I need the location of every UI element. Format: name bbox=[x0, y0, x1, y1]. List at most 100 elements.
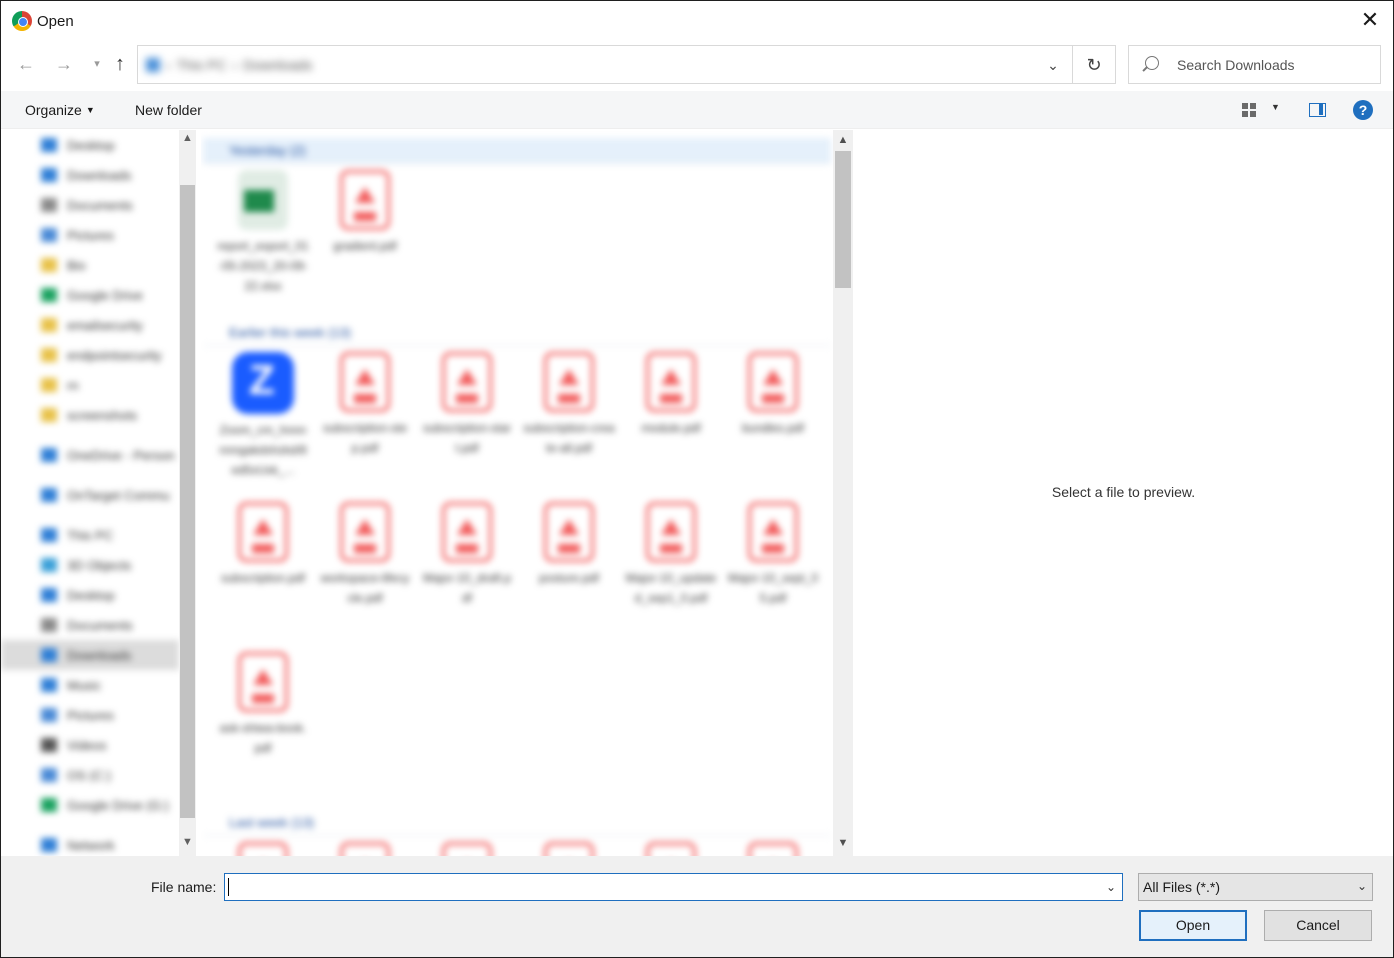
view-options-caret-icon[interactable]: ▼ bbox=[1271, 102, 1280, 112]
pdf-file-icon bbox=[646, 352, 696, 412]
file-tile[interactable]: ask-process... bbox=[421, 842, 513, 856]
open-button[interactable]: Open bbox=[1139, 910, 1247, 941]
navigation-scroll-thumb[interactable] bbox=[180, 185, 195, 818]
folder-icon bbox=[41, 138, 57, 152]
file-tile[interactable]: report_export_01-05-2023_20-09-22.xlsx bbox=[217, 170, 309, 316]
file-tile[interactable]: ask-shiwa-book.pdf bbox=[217, 652, 309, 798]
file-name-input[interactable] bbox=[229, 877, 1089, 897]
nav-item-label: Music bbox=[67, 677, 101, 693]
nav-item[interactable]: Videos bbox=[1, 730, 179, 760]
file-tile[interactable]: gradient.pdf bbox=[319, 170, 411, 316]
file-name: subscription.pdf bbox=[220, 571, 306, 585]
group-header[interactable]: Last week (13) bbox=[203, 810, 831, 836]
nav-item[interactable]: Network bbox=[1, 830, 179, 856]
nav-item[interactable]: Google Drive (G:) bbox=[1, 790, 179, 820]
folder-icon bbox=[41, 768, 57, 782]
nav-item[interactable]: Downloads bbox=[1, 640, 179, 670]
file-name-dropdown-chevron-icon[interactable]: ⌄ bbox=[1104, 878, 1118, 896]
file-tile[interactable]: Zoom_cm_hnnnnnngakdshzkd/8ed5xUxk_... bbox=[217, 352, 309, 500]
back-arrow-icon[interactable]: ← bbox=[15, 53, 37, 75]
file-tile[interactable]: subscription-start.pdf bbox=[421, 352, 513, 498]
nav-item[interactable]: Music bbox=[1, 670, 179, 700]
nav-item[interactable]: Downloads bbox=[1, 160, 179, 190]
zoom-app-icon bbox=[232, 352, 294, 414]
pdf-file-icon bbox=[544, 502, 594, 562]
pdf-file-icon bbox=[748, 502, 798, 562]
pdf-file-icon bbox=[340, 502, 390, 562]
file-tile[interactable]: Major-10_0... bbox=[625, 842, 717, 856]
nav-item[interactable]: 3D Objects bbox=[1, 550, 179, 580]
new-folder-button[interactable]: New folder bbox=[135, 102, 202, 118]
nav-item[interactable]: Google Drive bbox=[1, 280, 179, 310]
pdf-file-icon bbox=[340, 352, 390, 412]
folder-icon bbox=[41, 588, 57, 602]
file-name: posture.pdf bbox=[538, 571, 600, 585]
nav-item-label: Downloads bbox=[67, 167, 132, 183]
file-tile[interactable]: subscription.pdf bbox=[217, 502, 309, 648]
address-dropdown-chevron-icon[interactable]: ⌄ bbox=[1043, 55, 1063, 75]
file-tile[interactable]: bundles.pdf bbox=[727, 352, 819, 498]
file-type-select[interactable]: All Files (*.*) ⌄ bbox=[1138, 873, 1373, 901]
file-tile[interactable]: ask-scanne... bbox=[523, 842, 615, 856]
organize-button[interactable]: Organize ▼ bbox=[25, 102, 95, 118]
group-header[interactable]: Earlier this week (13) bbox=[203, 320, 831, 346]
folder-icon bbox=[41, 408, 57, 422]
navigation-scroll-down-icon[interactable]: ▼ bbox=[179, 836, 196, 856]
folder-icon bbox=[41, 168, 57, 182]
search-box[interactable] bbox=[1128, 45, 1381, 84]
file-tile[interactable]: ask-steme... bbox=[319, 842, 411, 856]
nav-item[interactable]: Documents bbox=[1, 190, 179, 220]
nav-item[interactable]: This PC bbox=[1, 520, 179, 550]
nav-item[interactable]: screenshots bbox=[1, 400, 179, 430]
command-toolbar: Organize ▼ New folder ▼ ? bbox=[1, 91, 1393, 129]
address-bar[interactable]: › This PC › Downloads ⌄ ↻ bbox=[137, 45, 1116, 84]
file-tile[interactable]: module.pdf bbox=[625, 352, 717, 498]
change-view-icon[interactable] bbox=[1242, 103, 1256, 117]
group-header[interactable]: Yesterday (2) bbox=[203, 138, 831, 164]
nav-item[interactable]: endpointsecurity bbox=[1, 340, 179, 370]
preview-pane-icon[interactable] bbox=[1309, 103, 1326, 117]
file-name-combobox[interactable]: ⌄ bbox=[224, 873, 1123, 901]
forward-arrow-icon[interactable]: → bbox=[53, 53, 75, 75]
help-icon[interactable]: ? bbox=[1353, 100, 1373, 120]
file-name: subscription-create-all.pdf bbox=[523, 421, 615, 455]
nav-item[interactable]: Pictures bbox=[1, 700, 179, 730]
nav-item[interactable]: rn bbox=[1, 370, 179, 400]
file-tile[interactable]: subscription-step.pdf bbox=[319, 352, 411, 498]
navigation-scroll-up-icon[interactable]: ▲ bbox=[179, 132, 196, 152]
breadcrumb-downloads[interactable]: Downloads bbox=[243, 57, 312, 73]
file-list-scroll-down-icon[interactable]: ▼ bbox=[833, 837, 853, 857]
nav-item[interactable]: Desktop bbox=[1, 130, 179, 160]
file-tile[interactable]: Major-10_draft.pdf bbox=[421, 502, 513, 648]
file-tile[interactable]: posture.pdf bbox=[523, 502, 615, 648]
navigation-tree: Desktop Downloads Documents Pictures Bio Goog… bbox=[1, 130, 179, 856]
nav-item[interactable]: Pictures bbox=[1, 220, 179, 250]
file-tile[interactable]: Major-10_updated_sep1_0.pdf bbox=[625, 502, 717, 648]
folder-icon bbox=[41, 318, 57, 332]
file-tile[interactable]: endpoint_s... bbox=[217, 842, 309, 856]
refresh-icon[interactable]: ↻ bbox=[1083, 54, 1105, 76]
file-list-scroll-thumb[interactable] bbox=[835, 151, 851, 288]
file-tile[interactable]: ask-isolate... bbox=[727, 842, 819, 856]
up-arrow-icon[interactable]: ↑ bbox=[109, 53, 131, 75]
nav-item[interactable]: emailsecurity bbox=[1, 310, 179, 340]
file-tile[interactable]: workspace-lifecycle.pdf bbox=[319, 502, 411, 648]
chrome-app-icon bbox=[12, 11, 32, 31]
close-icon[interactable]: ✕ bbox=[1359, 9, 1381, 31]
nav-item-label: OS (C:) bbox=[67, 767, 112, 783]
nav-item[interactable]: Desktop bbox=[1, 580, 179, 610]
nav-item-label: OnTarget Commu bbox=[67, 487, 170, 503]
nav-item[interactable]: OS (C:) bbox=[1, 760, 179, 790]
recent-locations-chevron-icon[interactable]: ▾ bbox=[86, 53, 108, 75]
file-list-scroll-up-icon[interactable]: ▲ bbox=[833, 134, 853, 154]
file-tile[interactable]: Major-10_sept_05.pdf bbox=[727, 502, 819, 648]
nav-item[interactable]: OneDrive - Person bbox=[1, 440, 179, 470]
nav-item[interactable]: Documents bbox=[1, 610, 179, 640]
breadcrumb-this-pc[interactable]: This PC bbox=[177, 57, 227, 73]
nav-item[interactable]: Bio bbox=[1, 250, 179, 280]
nav-item[interactable]: OnTarget Commu bbox=[1, 480, 179, 510]
file-tile[interactable]: subscription-create-all.pdf bbox=[523, 352, 615, 498]
cancel-button[interactable]: Cancel bbox=[1264, 910, 1372, 941]
search-input[interactable] bbox=[1177, 54, 1372, 76]
